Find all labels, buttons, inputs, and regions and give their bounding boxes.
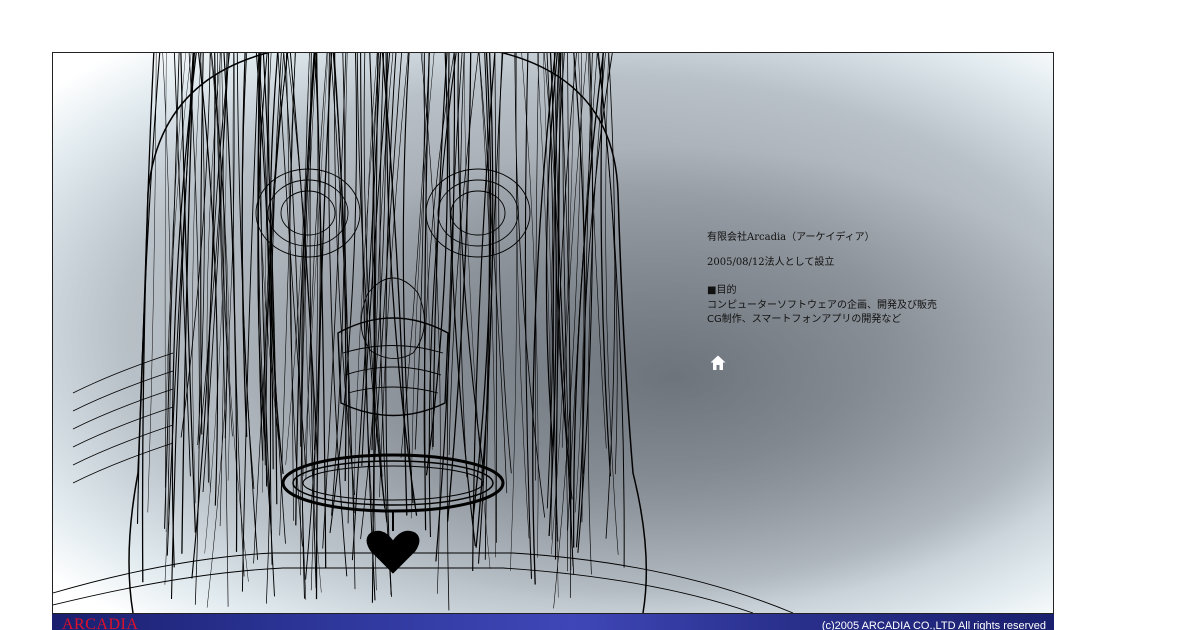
footer-bar: ARCADIA (c)2005 ARCADIA CO.,LTD All righ… [52, 614, 1054, 630]
company-info: 有限会社Arcadia（アーケイディア） 2005/08/12法人として設立 ■… [707, 231, 1007, 328]
copyright-text: (c)2005 ARCADIA CO.,LTD All rights reser… [821, 620, 1046, 630]
purpose-line-1: コンピューターソフトウェアの企画、開発及び販売 [707, 299, 937, 311]
home-button[interactable] [709, 354, 727, 372]
purpose-line-2: CG制作、スマートフォンアプリの開発など [707, 314, 902, 325]
hero-image: 有限会社Arcadia（アーケイディア） 2005/08/12法人として設立 ■… [52, 52, 1054, 614]
wireframe-head-illustration [53, 53, 794, 613]
home-icon [710, 355, 726, 370]
founded-date: 2005/08/12法人として設立 [707, 256, 835, 268]
footer-brand: ARCADIA [62, 616, 139, 630]
purpose-heading: ■目的 [707, 285, 737, 296]
company-name: 有限会社Arcadia（アーケイディア） [707, 232, 875, 243]
